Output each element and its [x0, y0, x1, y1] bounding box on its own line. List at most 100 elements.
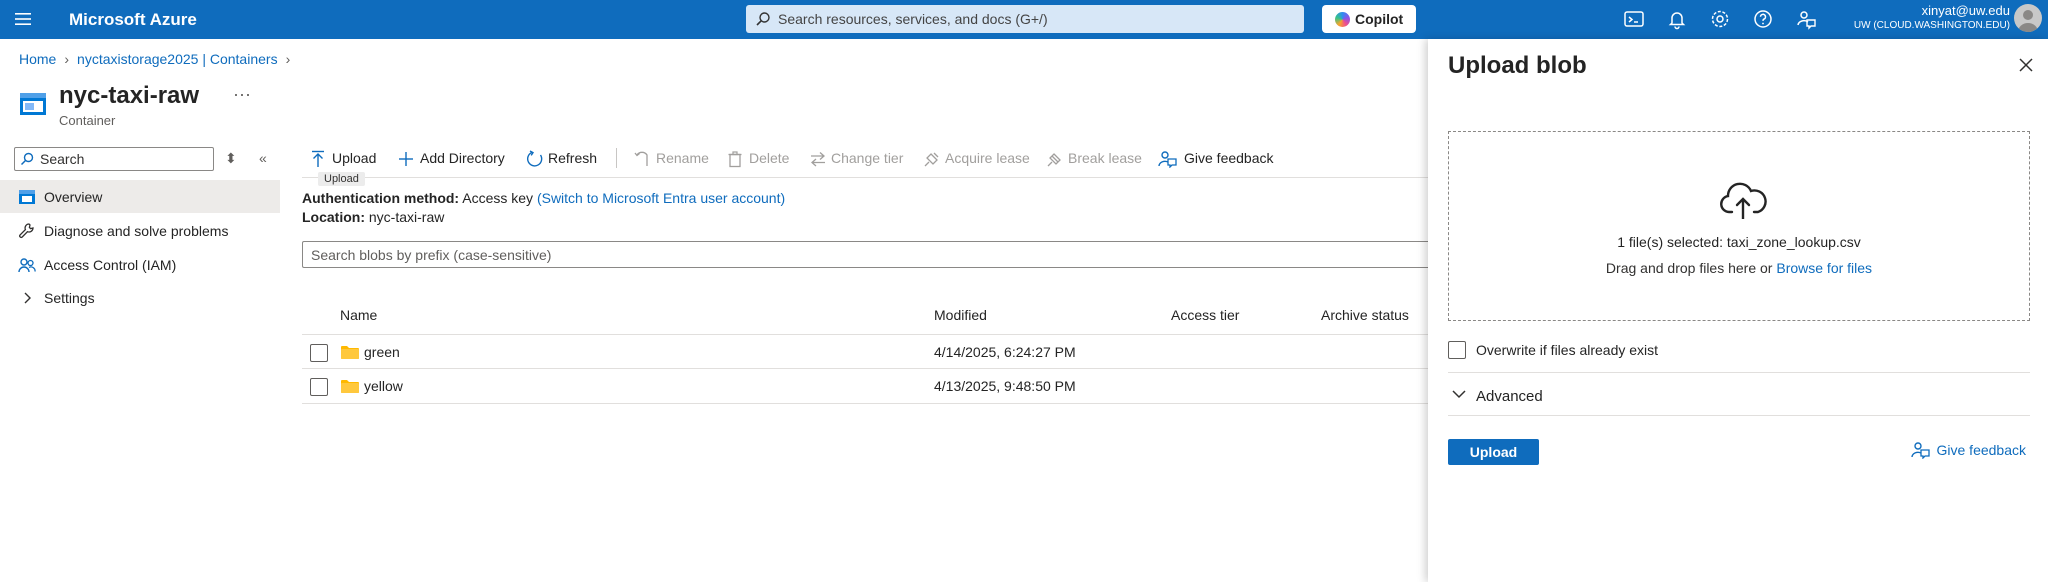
row-checkbox[interactable] — [310, 378, 328, 396]
breadcrumb-storage-account[interactable]: nyctaxistorage2025 | Containers — [77, 51, 278, 67]
plus-icon — [399, 152, 413, 166]
user-avatar-icon — [2018, 10, 2038, 32]
blob-search-placeholder: Search blobs by prefix (case-sensitive) — [311, 247, 552, 263]
toolbar-divider-line — [302, 177, 1428, 178]
delete-label: Delete — [749, 150, 790, 166]
location-label: Location: — [302, 209, 365, 225]
broken-link-icon — [1047, 153, 1061, 167]
folder-icon — [341, 380, 359, 393]
location-value: nyc-taxi-raw — [368, 209, 445, 225]
rename-label: Rename — [656, 150, 709, 166]
copilot-label: Copilot — [1355, 11, 1404, 27]
cloud-upload-icon — [1720, 182, 1767, 219]
rename-icon — [634, 151, 648, 166]
feedback-icon — [1910, 442, 1930, 459]
row-modified: 4/14/2025, 6:24:27 PM — [934, 344, 1076, 360]
column-header-archive-status[interactable]: Archive status — [1321, 307, 1409, 323]
drag-drop-text: Drag and drop files here — [1605, 260, 1757, 276]
selected-file-text: 1 file(s) selected: taxi_zone_lookup.csv — [1617, 234, 1861, 250]
overview-icon — [19, 190, 35, 204]
sidebar-item-iam[interactable]: Access Control (IAM) — [0, 248, 280, 281]
page-title: nyc-taxi-raw — [59, 82, 200, 109]
cloud-shell-icon[interactable] — [1623, 8, 1645, 30]
portal-brand[interactable]: Microsoft Azure — [69, 10, 197, 30]
location: Location: nyc-taxi-raw — [302, 209, 444, 225]
sort-toggle-icon[interactable]: ⬍ — [225, 150, 237, 167]
user-email: xinyat@uw.edu — [1921, 3, 2010, 18]
sidebar-item-label: Access Control (IAM) — [44, 257, 177, 273]
wrench-icon — [19, 223, 34, 239]
upload-arrow-icon — [312, 150, 324, 167]
page-subtitle: Container — [59, 113, 116, 128]
drag-drop-hint: Drag and drop files here or Browse for f… — [1449, 260, 2029, 276]
avatar[interactable] — [2014, 4, 2042, 32]
container-icon — [20, 93, 46, 115]
notifications-icon[interactable] — [1666, 8, 1688, 30]
upload-blob-panel: Upload blob 1 file(s) selected: taxi_zon… — [1428, 39, 2048, 582]
refresh-label: Refresh — [548, 150, 598, 166]
copilot-icon — [1335, 12, 1350, 27]
row-modified: 4/13/2025, 9:48:50 PM — [934, 378, 1076, 394]
panel-give-feedback-link[interactable]: Give feedback — [1910, 442, 2026, 459]
break-lease-label: Break lease — [1068, 150, 1142, 166]
acquire-lease-label: Acquire lease — [945, 150, 1030, 166]
blob-prefix-search-input[interactable]: Search blobs by prefix (case-sensitive) — [302, 241, 1432, 268]
toolbar-divider — [616, 148, 617, 168]
people-icon — [18, 258, 36, 273]
help-icon[interactable] — [1752, 8, 1774, 30]
refresh-icon — [526, 150, 543, 167]
sidebar-item-settings[interactable]: Settings — [0, 281, 280, 314]
sidebar-item-label: Settings — [44, 290, 95, 306]
row-name[interactable]: yellow — [364, 378, 403, 394]
advanced-section-toggle[interactable]: Advanced — [1476, 388, 1543, 405]
link-icon — [924, 152, 939, 167]
search-icon — [756, 12, 770, 26]
breadcrumb-separator: › — [285, 51, 291, 67]
column-header-name[interactable]: Name — [340, 307, 377, 323]
trash-icon — [728, 151, 742, 168]
row-checkbox[interactable] — [310, 344, 328, 362]
account-info[interactable]: xinyat@uw.edu UW (CLOUD.WASHINGTON.EDU) — [1854, 3, 2010, 31]
auth-value: Access key — [462, 190, 534, 206]
switch-auth-link[interactable]: (Switch to Microsoft Entra user account) — [537, 190, 785, 206]
breadcrumb-separator: › — [64, 51, 70, 67]
more-options-button[interactable]: ··· — [233, 84, 251, 105]
browse-files-link[interactable]: Browse for files — [1776, 260, 1872, 276]
row-divider — [302, 403, 1428, 404]
sidebar-search-placeholder: Search — [40, 151, 85, 167]
file-drop-zone[interactable]: 1 file(s) selected: taxi_zone_lookup.csv… — [1448, 131, 2030, 321]
column-header-modified[interactable]: Modified — [934, 307, 987, 323]
upload-submit-button[interactable]: Upload — [1448, 439, 1539, 465]
sidebar-item-label: Diagnose and solve problems — [44, 223, 229, 239]
give-feedback-label: Give feedback — [1184, 150, 1274, 166]
overwrite-label[interactable]: Overwrite if files already exist — [1476, 342, 1658, 358]
sidebar-search-input[interactable]: Search — [14, 147, 214, 171]
breadcrumb-home[interactable]: Home — [19, 51, 56, 67]
panel-title: Upload blob — [1448, 52, 1587, 79]
sidebar-item-label: Overview — [44, 189, 103, 205]
upload-button-label: Upload — [332, 150, 377, 166]
swap-arrows-icon — [811, 152, 825, 167]
change-tier-label: Change tier — [831, 150, 904, 166]
column-header-access-tier[interactable]: Access tier — [1171, 307, 1239, 323]
chevron-down-icon[interactable] — [1452, 387, 1466, 401]
breadcrumb: Home › nyctaxistorage2025 | Containers › — [19, 51, 298, 67]
search-icon — [20, 152, 34, 166]
feedback-icon — [1158, 151, 1177, 168]
sidebar-item-diagnose[interactable]: Diagnose and solve problems — [0, 214, 280, 247]
row-name[interactable]: green — [364, 344, 400, 360]
authentication-method: Authentication method: Access key (Switc… — [302, 190, 785, 206]
feedback-icon[interactable] — [1795, 8, 1817, 30]
table-row[interactable]: green 4/14/2025, 6:24:27 PM — [302, 335, 1428, 369]
close-icon[interactable] — [2018, 57, 2034, 73]
global-search-input[interactable]: Search resources, services, and docs (G+… — [746, 5, 1304, 33]
overwrite-checkbox[interactable] — [1448, 341, 1466, 359]
sidebar-item-overview[interactable]: Overview — [0, 180, 280, 213]
settings-icon[interactable] — [1709, 8, 1731, 30]
collapse-sidebar-icon[interactable]: « — [259, 150, 267, 166]
table-row[interactable]: yellow 4/13/2025, 9:48:50 PM — [302, 369, 1428, 403]
hamburger-menu-icon[interactable] — [14, 10, 32, 28]
chevron-right-icon — [24, 292, 31, 304]
panel-divider — [1448, 415, 2030, 416]
copilot-button[interactable]: Copilot — [1322, 5, 1416, 33]
